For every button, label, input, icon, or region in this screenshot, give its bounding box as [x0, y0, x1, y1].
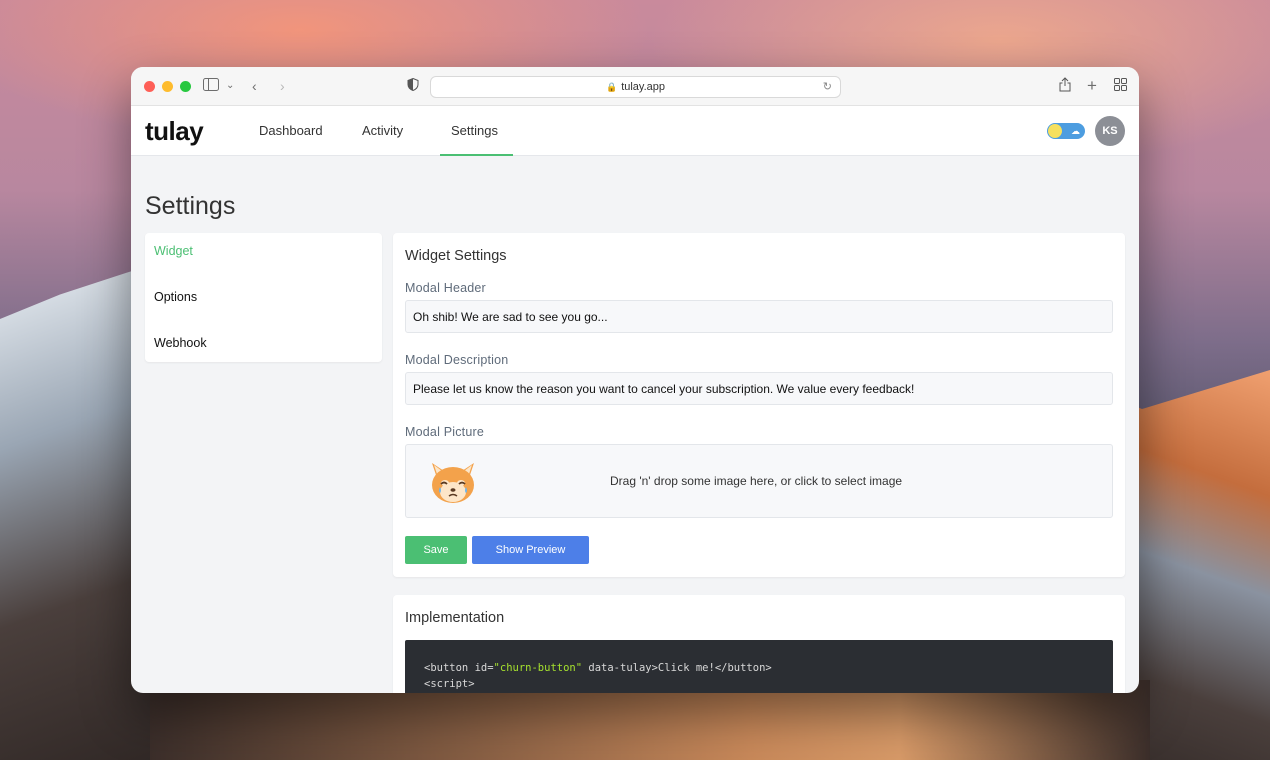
- url-text: tulay.app: [621, 81, 666, 93]
- cloud-icon: ☁: [1071, 126, 1080, 136]
- sidebar-toggle-icon[interactable]: [203, 77, 219, 95]
- browser-window: ⌄ ‹ › 🔒 tulay.app ↻ + tulay Dashboard Ac…: [131, 67, 1139, 693]
- reload-icon[interactable]: ↻: [823, 80, 832, 93]
- address-bar[interactable]: 🔒 tulay.app ↻: [430, 76, 841, 98]
- modal-description-value: Please let us know the reason you want t…: [413, 381, 915, 396]
- forward-icon[interactable]: ›: [280, 77, 285, 95]
- code-text: data-tulay>Click me!</button>: [582, 662, 772, 674]
- privacy-shield-icon[interactable]: [407, 77, 419, 95]
- sad-shiba-icon: [432, 463, 474, 503]
- back-icon[interactable]: ‹: [252, 77, 257, 95]
- modal-header-label: Modal Header: [405, 281, 486, 295]
- nav-settings[interactable]: Settings: [451, 123, 498, 138]
- modal-header-value: Oh shib! We are sad to see you go...: [413, 309, 608, 324]
- maximize-window-button[interactable]: [180, 81, 191, 92]
- dropzone-text: Drag 'n' drop some image here, or click …: [610, 474, 903, 488]
- save-button[interactable]: Save: [405, 536, 467, 564]
- minimize-window-button[interactable]: [162, 81, 173, 92]
- browser-titlebar: ⌄ ‹ › 🔒 tulay.app ↻ +: [131, 67, 1139, 106]
- code-line: <script>: [424, 678, 475, 690]
- image-dropzone[interactable]: Drag 'n' drop some image here, or click …: [405, 444, 1113, 518]
- implementation-title: Implementation: [405, 610, 505, 626]
- modal-description-label: Modal Description: [405, 353, 509, 367]
- sun-icon: [1048, 124, 1062, 138]
- traffic-lights: [144, 81, 191, 92]
- nav-dashboard[interactable]: Dashboard: [259, 123, 323, 138]
- implementation-card: Implementation <button id="churn-button"…: [393, 595, 1125, 693]
- lock-icon: 🔒: [605, 81, 618, 92]
- widget-settings-title: Widget Settings: [405, 248, 507, 264]
- modal-header-input[interactable]: Oh shib! We are sad to see you go...: [405, 300, 1113, 333]
- theme-toggle[interactable]: ☁: [1047, 123, 1085, 139]
- nav-active-indicator: [440, 154, 513, 156]
- app-navbar: tulay Dashboard Activity Settings ☁ KS: [131, 106, 1139, 156]
- sidebar-item-options[interactable]: Options: [154, 290, 197, 304]
- modal-description-input[interactable]: Please let us know the reason you want t…: [405, 372, 1113, 405]
- modal-picture-label: Modal Picture: [405, 425, 485, 439]
- app-logo[interactable]: tulay: [145, 116, 204, 147]
- widget-settings-card: Widget Settings Modal Header Oh shib! We…: [393, 233, 1125, 577]
- nav-activity[interactable]: Activity: [362, 123, 403, 138]
- show-preview-button[interactable]: Show Preview: [472, 536, 589, 564]
- chevron-down-icon[interactable]: ⌄: [226, 77, 234, 95]
- tab-overview-icon[interactable]: [1114, 77, 1127, 95]
- new-tab-icon[interactable]: +: [1087, 77, 1097, 95]
- code-text: <button id=: [424, 662, 494, 674]
- settings-sidebar: Widget Options Webhook: [145, 233, 382, 362]
- share-icon[interactable]: [1059, 77, 1071, 96]
- close-window-button[interactable]: [144, 81, 155, 92]
- avatar[interactable]: KS: [1095, 116, 1125, 146]
- code-string: "churn-button": [493, 662, 583, 674]
- code-line: <button id="churn-button" data-tulay>Cli…: [424, 660, 1094, 676]
- sidebar-item-widget[interactable]: Widget: [154, 244, 193, 258]
- sidebar-item-webhook[interactable]: Webhook: [154, 336, 207, 350]
- page-title: Settings: [145, 192, 236, 220]
- code-snippet[interactable]: <button id="churn-button" data-tulay>Cli…: [405, 640, 1113, 693]
